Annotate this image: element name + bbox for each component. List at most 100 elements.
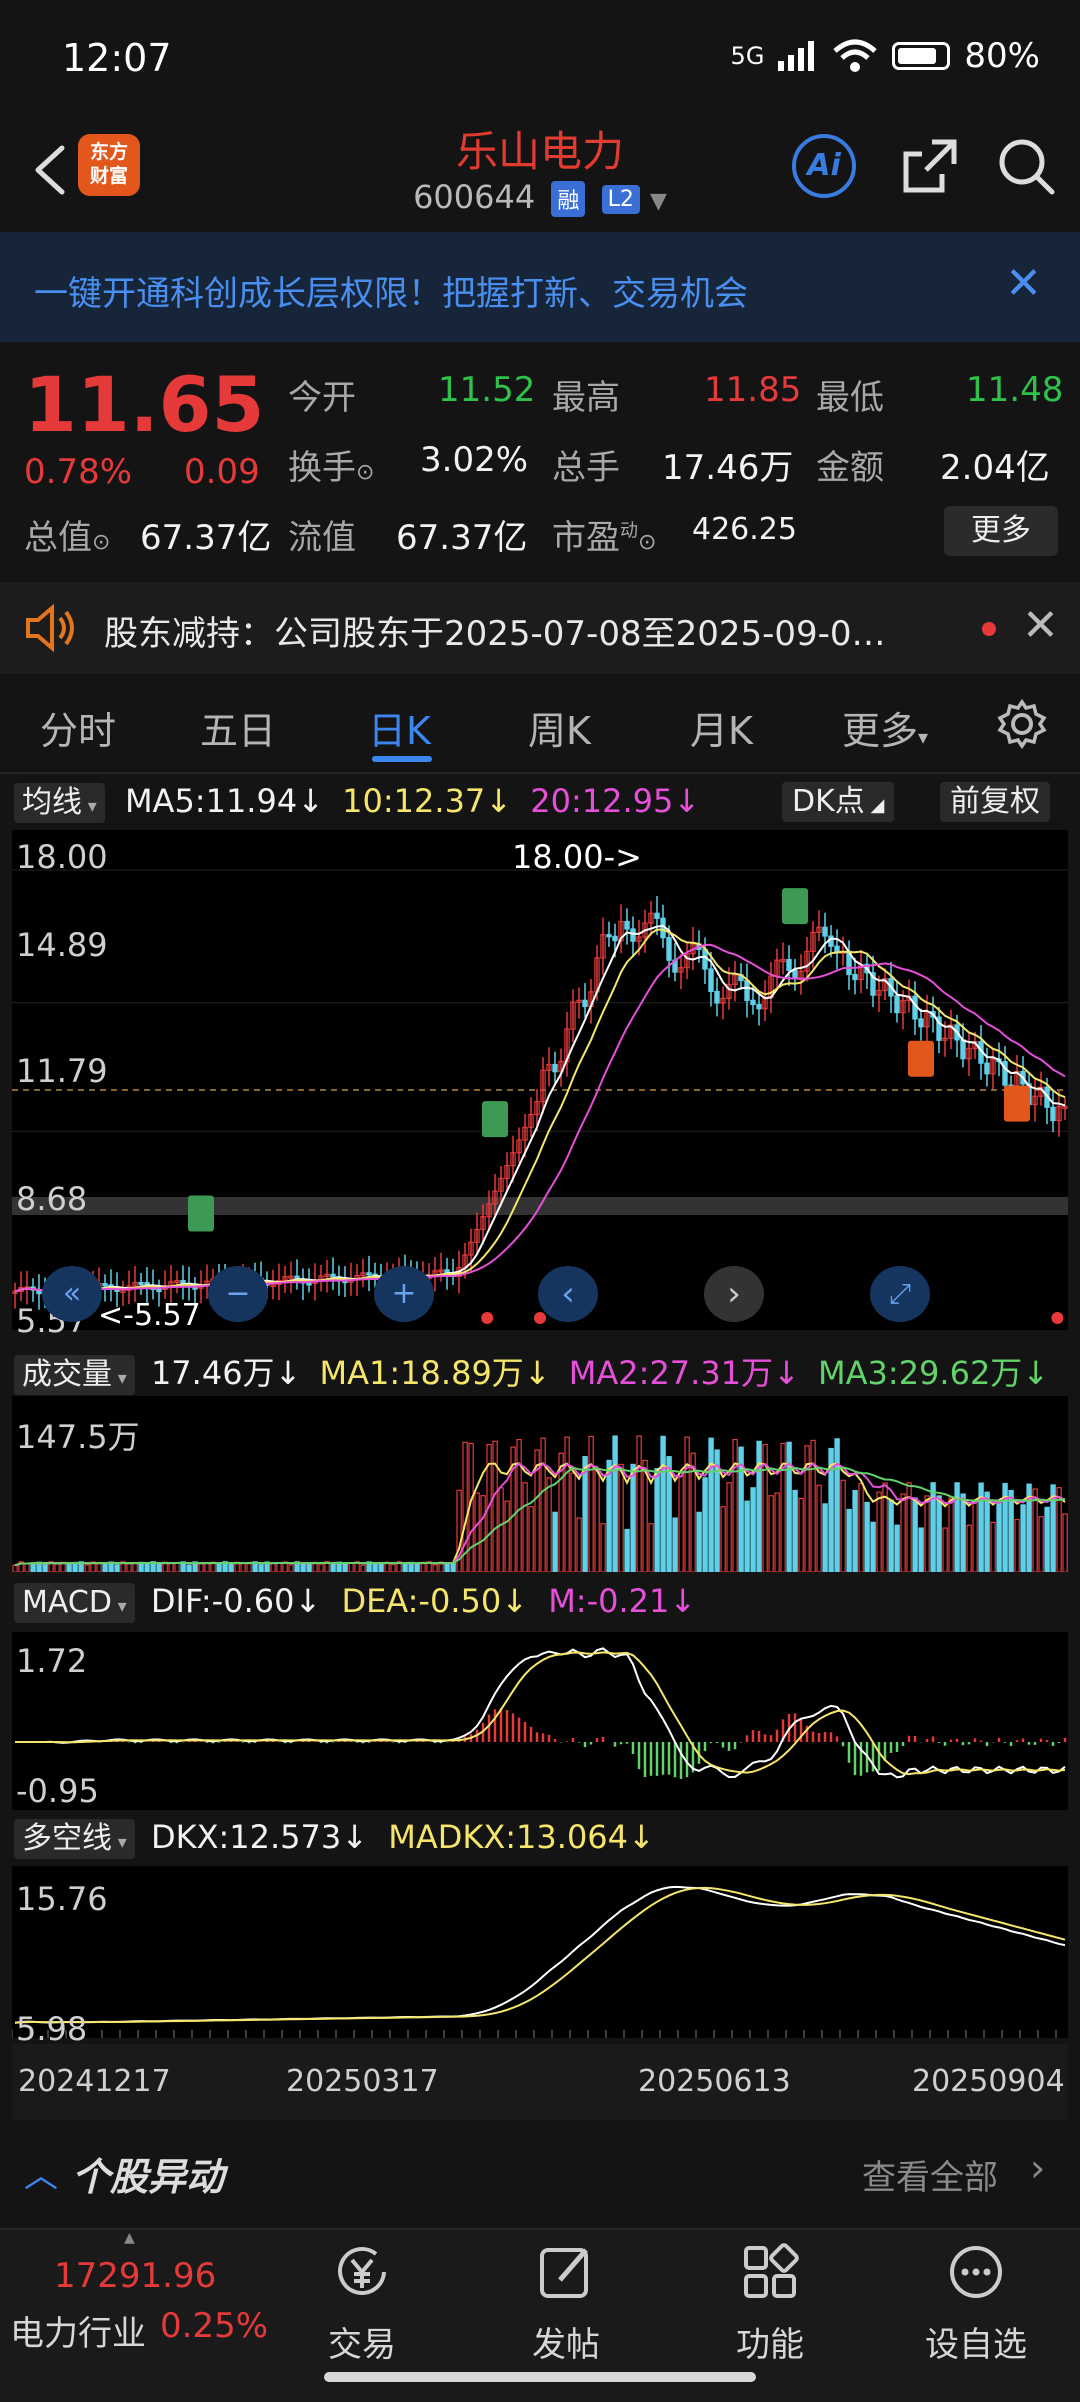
amount-label: 金额 bbox=[816, 448, 884, 488]
search-icon[interactable] bbox=[994, 134, 1058, 198]
tab-five-day[interactable]: 五日 bbox=[200, 700, 276, 755]
stock-movement-header[interactable]: ︿ 个股异动 查看全部 › bbox=[0, 2134, 1080, 2214]
tab-intraday[interactable]: 分时 bbox=[40, 700, 116, 755]
volume-bar bbox=[954, 1482, 960, 1572]
zoom-out-button[interactable]: − bbox=[208, 1266, 268, 1322]
nav-trade[interactable]: 交易 bbox=[302, 2240, 422, 2366]
open-value: 11.52 bbox=[438, 370, 536, 410]
high-value: 11.85 bbox=[704, 370, 802, 410]
candle-body bbox=[756, 1003, 762, 1010]
battery-icon bbox=[892, 42, 951, 70]
tab-more[interactable]: 更多▾ bbox=[842, 700, 928, 755]
banner-text: 一键开通科创成长层权限！把握打新、交易机会 bbox=[34, 274, 748, 314]
share-icon[interactable] bbox=[898, 134, 962, 198]
volume-bar bbox=[372, 1562, 378, 1572]
dkx-chart[interactable] bbox=[12, 1866, 1068, 2038]
event-dot bbox=[1051, 1312, 1064, 1324]
industry-index[interactable]: ▲ 17291.96 电力行业 0.25% bbox=[0, 2230, 270, 2402]
mktcap-label[interactable]: 总值⊙ bbox=[24, 510, 110, 559]
pe-label[interactable]: 市盈动⊙ bbox=[552, 510, 656, 559]
td-marker-green bbox=[482, 1101, 508, 1138]
candle-body bbox=[630, 928, 636, 942]
ai-button[interactable]: Ai bbox=[792, 134, 856, 198]
event-dot bbox=[481, 1312, 494, 1324]
close-icon[interactable]: ✕ bbox=[1005, 258, 1042, 309]
network-label: 5G bbox=[730, 42, 765, 70]
nav-post[interactable]: 发帖 bbox=[506, 2240, 626, 2366]
vol-ma2: MA2:27.31万 bbox=[568, 1354, 774, 1392]
ma-selector[interactable]: 均线 bbox=[14, 783, 105, 823]
next-button[interactable]: › bbox=[704, 1266, 764, 1322]
volume-bar bbox=[936, 1495, 942, 1572]
notice-bar[interactable]: 股东减持：公司股东于2025-07-08至2025-09-0… ✕ bbox=[0, 582, 1080, 674]
corner-icon: ◢ bbox=[864, 795, 885, 816]
change-amount: 0.09 bbox=[184, 452, 260, 492]
candle-body bbox=[552, 1063, 558, 1073]
macd-selector[interactable]: MACD bbox=[14, 1583, 135, 1623]
movement-title: 个股异动 bbox=[72, 2155, 225, 2199]
volume-value: 17.46万 bbox=[150, 1354, 275, 1392]
candle-body bbox=[714, 990, 720, 1004]
volume-bar bbox=[378, 1562, 384, 1572]
macd-y-bottom: -0.95 bbox=[16, 1772, 99, 1810]
macd-dif: DIF:-0.60 bbox=[150, 1582, 295, 1620]
candle-body bbox=[102, 1283, 108, 1287]
more-button[interactable]: 更多 bbox=[944, 506, 1058, 556]
macd-y-top: 1.72 bbox=[16, 1642, 88, 1680]
td-marker-green bbox=[782, 888, 808, 925]
gear-icon[interactable] bbox=[996, 698, 1048, 750]
volume-indicator-row: 成交量 17.46万↓ MA1:18.89万↓ MA2:27.31万↓ MA3:… bbox=[14, 1348, 1049, 1395]
chevron-down-icon: ▾ bbox=[918, 725, 929, 749]
dkx-selector[interactable]: 多空线 bbox=[14, 1819, 135, 1859]
tab-monthly-k[interactable]: 月K bbox=[690, 700, 753, 755]
dk-point-button[interactable]: DK点 ◢ bbox=[782, 782, 895, 822]
tab-daily-k[interactable]: 日K bbox=[368, 700, 431, 755]
promo-banner[interactable]: 一键开通科创成长层权限！把握打新、交易机会 ✕ bbox=[0, 232, 1080, 342]
vol-ma1: MA1:18.89万 bbox=[319, 1354, 524, 1392]
kline-chart[interactable] bbox=[12, 830, 1068, 1330]
fullscreen-button[interactable]: ⤢ bbox=[870, 1266, 930, 1322]
td-marker-green bbox=[188, 1195, 214, 1232]
chart-bg bbox=[12, 1632, 1068, 1810]
volume-bar bbox=[870, 1521, 876, 1572]
volume-bar bbox=[750, 1487, 756, 1572]
speaker-icon bbox=[26, 604, 74, 652]
rewind-button[interactable]: « bbox=[42, 1266, 102, 1322]
volume-bar bbox=[342, 1562, 348, 1572]
volume-selector[interactable]: 成交量 bbox=[14, 1355, 135, 1395]
change-percent: 0.78% bbox=[24, 452, 133, 492]
low-label: 最低 bbox=[816, 378, 884, 418]
candle-body bbox=[786, 958, 792, 971]
volume-bar bbox=[696, 1511, 702, 1572]
volume-bar bbox=[444, 1562, 450, 1572]
vol-ma3: MA3:29.62万 bbox=[818, 1354, 1023, 1392]
nav-trade-label: 交易 bbox=[328, 2325, 396, 2365]
open-label: 今开 bbox=[288, 378, 356, 418]
prev-button[interactable]: ‹ bbox=[538, 1266, 598, 1322]
close-icon[interactable]: ✕ bbox=[1022, 600, 1059, 651]
ma5-value: MA5:11.94 bbox=[124, 782, 298, 820]
turnover-label[interactable]: 换手⊙ bbox=[288, 440, 374, 489]
divider bbox=[0, 772, 1080, 774]
volume-bar bbox=[144, 1563, 150, 1572]
pe-sup: 动 bbox=[620, 520, 638, 542]
nav-function[interactable]: 功能 bbox=[710, 2240, 830, 2366]
volume-value: 17.46万 bbox=[662, 448, 794, 488]
view-all-link[interactable]: 查看全部 bbox=[862, 2150, 998, 2199]
battery-level: 80% bbox=[964, 36, 1040, 76]
min-price-marker: <-5.57 bbox=[98, 1298, 201, 1333]
zoom-in-button[interactable]: + bbox=[374, 1266, 434, 1322]
nav-add-watchlist[interactable]: 设自选 bbox=[916, 2240, 1036, 2366]
volume-bar bbox=[450, 1562, 456, 1572]
adjust-button[interactable]: 前复权 bbox=[940, 782, 1050, 822]
volume-chart[interactable] bbox=[12, 1396, 1068, 1572]
tab-weekly-k[interactable]: 周K bbox=[528, 700, 591, 755]
status-time: 12:07 bbox=[62, 36, 172, 80]
active-tab-indicator bbox=[372, 756, 432, 762]
candle-body bbox=[984, 1062, 990, 1075]
turnover-label-text: 换手 bbox=[288, 448, 356, 488]
volume-bar bbox=[1008, 1489, 1014, 1572]
macd-chart[interactable] bbox=[12, 1632, 1068, 1810]
nav-post-label: 发帖 bbox=[532, 2325, 600, 2365]
more-dots-icon bbox=[950, 2246, 1002, 2298]
